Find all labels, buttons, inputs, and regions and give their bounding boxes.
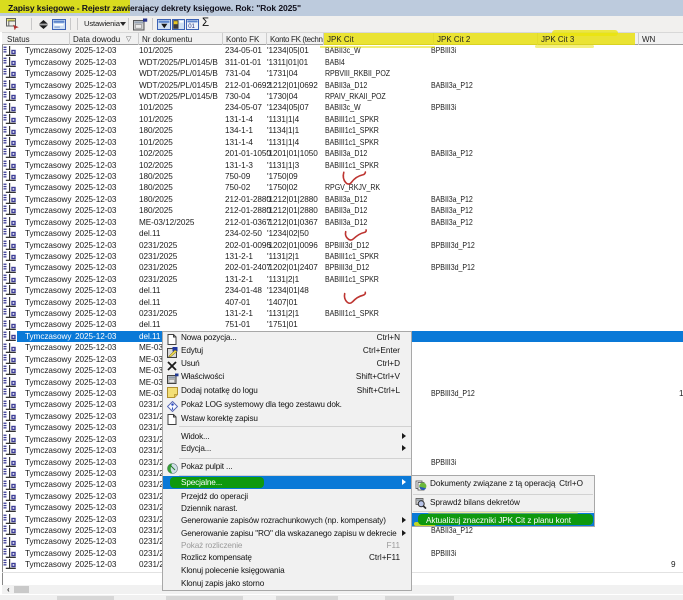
svg-text:01: 01 [188,24,195,30]
